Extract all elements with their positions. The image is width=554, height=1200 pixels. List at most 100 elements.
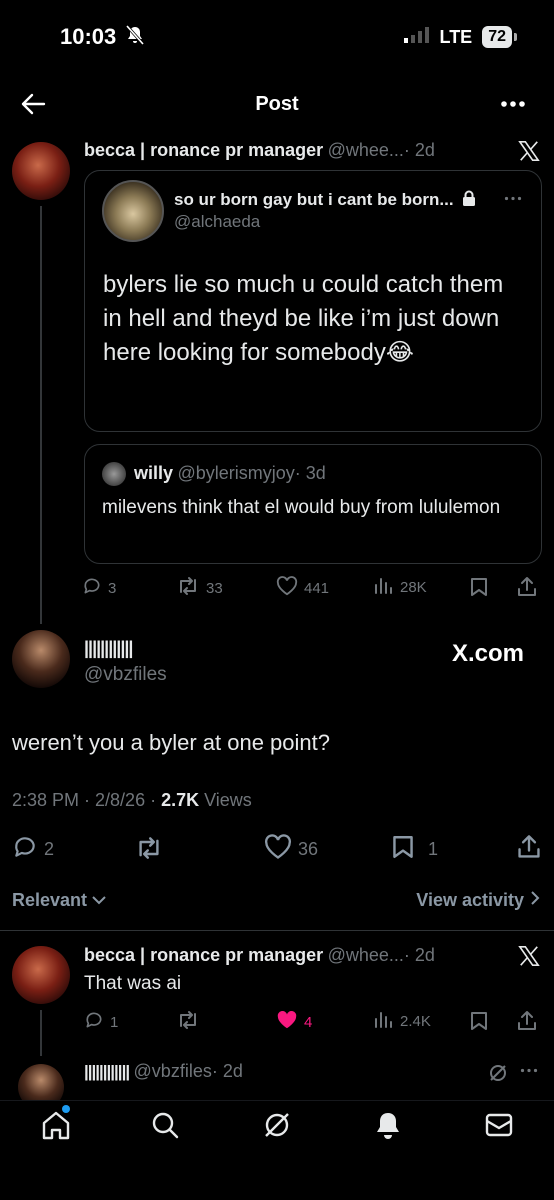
heart-icon [264,834,292,865]
status-time: 10:03 [60,24,145,51]
author-handle[interactable]: @whee... [328,945,404,965]
avatar[interactable] [102,462,126,486]
signal-icon [403,26,430,48]
reply-text: That was ai [84,973,182,994]
avatar[interactable] [12,946,70,1004]
repost-icon[interactable] [134,836,164,860]
views-label: Views [199,790,252,810]
like-button[interactable]: 4 [276,1010,312,1034]
author-name[interactable]: becca | ronance pr manager [84,945,323,965]
avatar[interactable] [12,142,70,200]
author-name[interactable]: |||||||||||| [84,1062,130,1081]
reply-button[interactable]: 1 [84,1010,118,1034]
repost-button[interactable]: 33 [176,576,223,600]
bookmark-button[interactable]: 1 [392,834,438,865]
quoted-author-handle[interactable]: @alchaeda [174,212,260,232]
heart-icon [276,1010,298,1034]
nested-quote-author: willy @bylerismyjoy· 3d [134,463,326,484]
post-meta: 2:38 PM · 2/8/26 · 2.7K Views [12,790,252,811]
search-icon[interactable] [150,1110,180,1140]
messages-envelope-icon[interactable] [484,1112,514,1138]
reply-count: 1 [110,1013,119,1031]
reply-author: becca | ronance pr manager @whee...· 2d [84,945,435,966]
sort-label: Relevant [12,890,88,910]
more-options-icon[interactable] [500,100,526,108]
bar-chart-icon [374,576,394,598]
quoted-author-name[interactable]: so ur born gay but i cant be born... [174,190,454,209]
author-handle[interactable]: @vbzfiles [134,1061,212,1081]
home-icon[interactable] [40,1110,72,1140]
next-reply-author: |||||||||||| @vbzfiles· 2d [84,1061,243,1082]
thread-line [40,206,42,624]
reply-icon [12,834,38,865]
avatar[interactable] [12,630,70,688]
share-icon[interactable] [516,1010,538,1032]
reply-button[interactable]: 3 [82,576,116,600]
watermark: X.com [452,640,525,667]
author-handle[interactable]: @whee... [328,140,404,160]
status-indicators: LTE 72 [403,26,517,48]
nested-author-name[interactable]: willy [134,463,173,483]
chevron-down-icon [91,890,107,911]
post-author: becca | ronance pr manager @whee...· 2d [84,140,435,161]
reply-time: · 2d [403,945,435,965]
like-count: 4 [304,1013,313,1031]
bar-chart-icon [374,1010,394,1032]
bookmark-count: 1 [428,839,439,859]
nested-quote-text: milevens think that el would buy from lu… [102,497,501,518]
reply-icon [84,1010,104,1034]
post-text: weren’t you a byler at one point? [12,730,330,755]
reply-count: 3 [108,579,117,597]
grok-icon[interactable] [488,1063,508,1083]
grok-icon[interactable] [262,1110,292,1140]
avatar[interactable] [102,180,164,242]
chevron-right-icon [530,890,540,911]
sort-relevant-dropdown[interactable]: Relevant [12,890,107,911]
quoted-post-text: bylers lie so much u could catch them in… [103,271,504,366]
divider [0,930,554,931]
bookmark-icon[interactable] [470,577,488,597]
view-count: 28K [400,578,427,596]
reply-count: 2 [44,839,55,859]
view-count: 2.4K [400,1012,431,1030]
author-handle[interactable]: @vbzfiles [84,664,167,686]
notification-badge [62,1105,70,1113]
bookmark-icon [392,834,414,865]
author-name[interactable]: |||||||||||| [84,638,133,659]
bookmark-icon[interactable] [470,1011,488,1031]
heart-icon [276,576,298,600]
repost-count: 33 [206,579,223,597]
view-activity-link[interactable]: View activity [416,890,540,911]
mute-bell-icon [126,25,145,51]
like-button[interactable]: 441 [276,576,329,600]
post-timestamp: 2:38 PM · 2/8/26 · [12,790,162,810]
more-options-icon[interactable] [520,1068,538,1073]
like-count: 36 [298,839,319,859]
more-options-icon[interactable] [504,196,522,201]
views-count: 2.7K [161,790,200,810]
nested-post-time: · 3d [294,463,326,483]
reply-icon [82,576,102,600]
repost-icon [176,576,200,600]
share-icon[interactable] [516,834,542,860]
view-activity-label: View activity [416,890,524,910]
share-icon[interactable] [516,576,538,598]
repost-icon[interactable] [176,1010,200,1030]
post-time: · 2d [403,140,435,160]
next-reply-time: · 2d [211,1061,243,1081]
battery-indicator: 72 [482,26,517,48]
nested-author-handle[interactable]: @bylerismyjoy [177,463,294,483]
author-name[interactable]: becca | ronance pr manager [84,140,323,160]
like-count: 441 [304,579,330,597]
views-button[interactable]: 2.4K [374,1010,431,1032]
lock-icon [462,190,476,211]
thread-line [40,1010,42,1056]
x-logo-icon [518,140,540,162]
x-logo-icon [518,945,540,967]
network-label: LTE [439,26,473,47]
like-button[interactable]: 36 [264,834,318,865]
notifications-bell-icon[interactable] [374,1110,402,1140]
reply-button[interactable]: 2 [12,834,54,865]
views-button[interactable]: 28K [374,576,427,598]
quoted-author: so ur born gay but i cant be born... [174,190,476,211]
